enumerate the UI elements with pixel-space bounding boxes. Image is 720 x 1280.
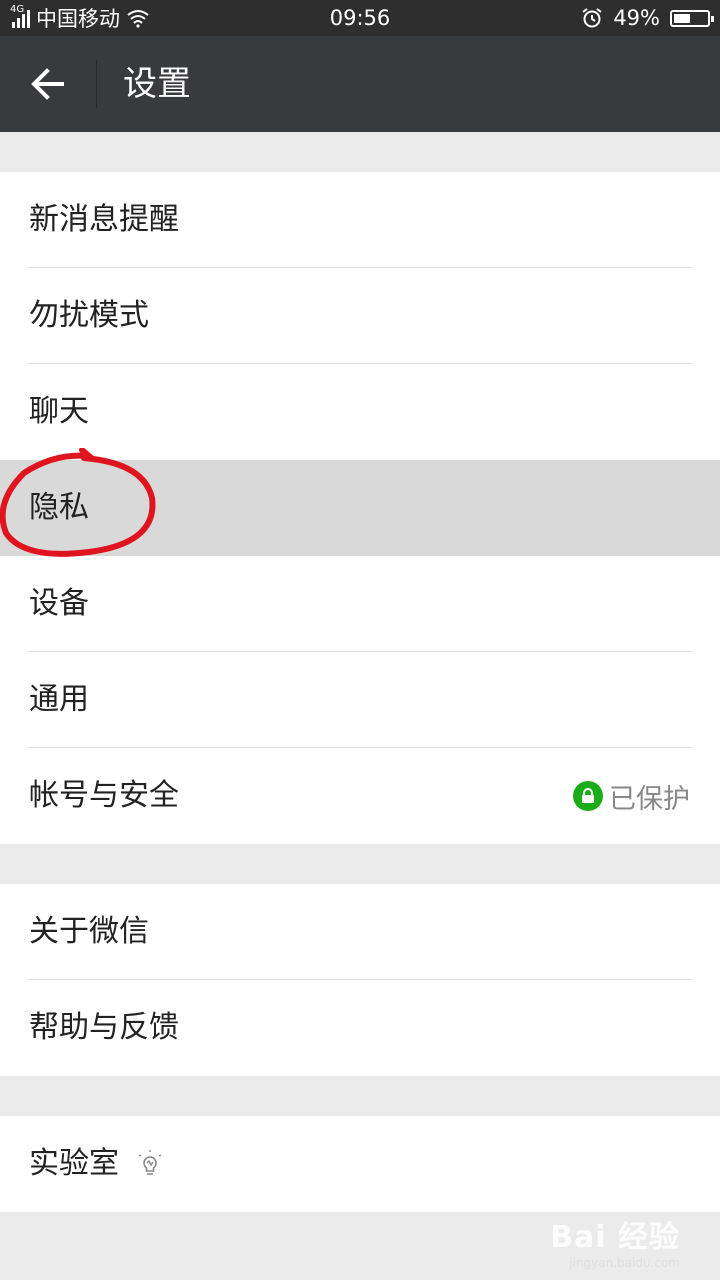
app-bar: 设置 (0, 36, 720, 132)
settings-row-lab[interactable]: 实验室 (0, 1116, 720, 1212)
battery-icon (670, 9, 714, 27)
status-bar: 4G 中国移动 09:56 49% (0, 0, 720, 36)
watermark-url: jingyan.baidu.com (569, 1256, 680, 1270)
page-title: 设置 (123, 64, 191, 104)
row-label: 勿扰模式 (29, 298, 149, 333)
settings-row-new-message[interactable]: 新消息提醒 (0, 172, 720, 268)
back-button[interactable] (30, 66, 70, 102)
status-right: 49% (581, 0, 714, 36)
settings-row-about-wechat[interactable]: 关于微信 (0, 884, 720, 980)
settings-row-chat[interactable]: 聊天 (0, 364, 720, 460)
baidu-watermark: Bai 经验 jingyan.baidu.com (550, 1212, 680, 1270)
row-label: 通用 (29, 682, 89, 717)
watermark-brand: Bai 经验 (550, 1220, 680, 1255)
settings-row-general[interactable]: 通用 (0, 652, 720, 748)
battery-fill (674, 13, 690, 23)
alarm-icon (582, 8, 602, 28)
row-label: 帮助与反馈 (29, 1010, 179, 1045)
row-label: 聊天 (29, 394, 89, 429)
settings-row-account-security[interactable]: 帐号与安全 已保护 (0, 748, 720, 844)
row-label: 设备 (29, 586, 89, 621)
row-label: 隐私 (29, 490, 89, 525)
protection-status: 已保护 (573, 748, 690, 844)
row-label: 帐号与安全 (29, 778, 179, 813)
arrow-left-icon (31, 68, 64, 100)
lightbulb-icon (138, 1150, 162, 1175)
settings-row-do-not-disturb[interactable]: 勿扰模式 (0, 268, 720, 364)
settings-row-privacy[interactable]: 隐私 (0, 460, 720, 556)
settings-group-about: 关于微信 帮助与反馈 (0, 884, 720, 1076)
protection-status-text: 已保护 (609, 783, 690, 815)
header-divider (96, 60, 97, 108)
settings-group-lab: 实验室 (0, 1116, 720, 1212)
row-label: 关于微信 (29, 914, 149, 949)
lock-icon (573, 781, 603, 811)
row-label: 实验室 (29, 1146, 119, 1181)
row-label: 新消息提醒 (29, 202, 179, 237)
battery-percent: 49% (613, 6, 660, 30)
settings-row-devices[interactable]: 设备 (0, 556, 720, 652)
settings-row-help-feedback[interactable]: 帮助与反馈 (0, 980, 720, 1076)
settings-group-main: 新消息提醒 勿扰模式 聊天 隐私 设备 通用 帐号与安全 已保护 (0, 172, 720, 844)
